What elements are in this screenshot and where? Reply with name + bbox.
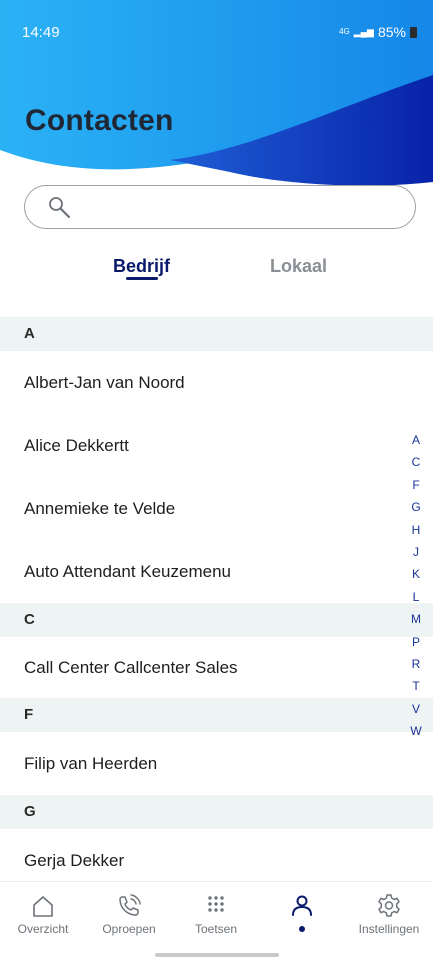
alphabet-index-letter[interactable]: L [413, 586, 420, 608]
nav-overzicht[interactable]: Overzicht [0, 882, 86, 952]
search-input[interactable] [85, 192, 399, 224]
section-header-g: G [0, 795, 433, 829]
alphabet-index-letter[interactable]: M [411, 608, 421, 630]
nav-toetsen[interactable]: Toetsen [173, 882, 259, 952]
nav-oproepen[interactable]: Oproepen [86, 882, 172, 952]
alphabet-index-letter[interactable]: J [413, 541, 419, 563]
alphabet-index-letter[interactable]: A [412, 429, 420, 451]
home-icon [33, 896, 53, 917]
section-header-a: A [0, 317, 433, 351]
active-indicator-dot [299, 926, 305, 932]
contact-item[interactable]: Filip van Heerden [0, 732, 433, 795]
status-indicators: 4G ▂▄▆ 85% [339, 24, 417, 40]
phone-icon [119, 894, 141, 916]
tab-lokaal[interactable]: Lokaal [270, 256, 327, 277]
status-bar: 14:49 4G ▂▄▆ 85% [0, 0, 433, 64]
alphabet-index-letter[interactable]: T [412, 675, 419, 697]
status-time: 14:49 [22, 24, 60, 41]
search-icon [49, 197, 71, 219]
alphabet-index-letter[interactable]: R [412, 653, 421, 675]
nav-label: Instellingen [358, 922, 420, 936]
alphabet-index-letter[interactable]: C [412, 451, 421, 473]
nav-label: Toetsen [194, 922, 238, 936]
alphabet-index[interactable]: A C F G H J K L M P R T V W [408, 429, 424, 742]
nav-instellingen[interactable]: Instellingen [346, 882, 432, 952]
gear-icon [378, 894, 400, 917]
page-title: Contacten [25, 104, 174, 137]
contact-item[interactable]: Annemieke te Velde [0, 477, 433, 540]
contact-item[interactable]: Albert-Jan van Noord [0, 351, 433, 414]
alphabet-index-letter[interactable]: H [412, 519, 421, 541]
person-icon [292, 895, 312, 916]
alphabet-index-letter[interactable]: K [412, 563, 420, 585]
section-header-c: C [0, 603, 433, 637]
battery-icon [410, 26, 417, 38]
search-bar[interactable] [24, 185, 416, 229]
bottom-navigation: Overzicht Oproepen Toetsen Instellingen [0, 881, 433, 962]
battery-level: 85% [377, 24, 406, 40]
tab-active-indicator [126, 277, 158, 280]
tab-bedrijf[interactable]: Bedrijf [113, 256, 170, 277]
alphabet-index-letter[interactable]: G [411, 496, 420, 518]
contact-list: A Albert-Jan van Noord Alice Dekkertt An… [0, 317, 433, 892]
signal-icon: ▂▄▆ [353, 26, 374, 37]
nav-label: Oproepen [102, 922, 156, 936]
section-header-f: F [0, 698, 433, 732]
nav-contacten[interactable] [259, 882, 345, 952]
alphabet-index-letter[interactable]: P [412, 631, 420, 653]
contact-item[interactable]: Alice Dekkertt [0, 414, 433, 477]
alphabet-index-letter[interactable]: F [412, 474, 419, 496]
alphabet-index-letter[interactable]: W [410, 720, 421, 742]
keypad-icon [208, 896, 224, 912]
contact-item[interactable]: Auto Attendant Keuzemenu [0, 540, 433, 603]
contact-item[interactable]: Call Center Callcenter Sales [0, 637, 433, 698]
nav-label: Overzicht [17, 922, 69, 936]
header: 14:49 4G ▂▄▆ 85% Contacten [0, 0, 433, 190]
network-type: 4G [339, 27, 350, 36]
alphabet-index-letter[interactable]: V [412, 698, 420, 720]
home-indicator[interactable] [155, 953, 279, 957]
